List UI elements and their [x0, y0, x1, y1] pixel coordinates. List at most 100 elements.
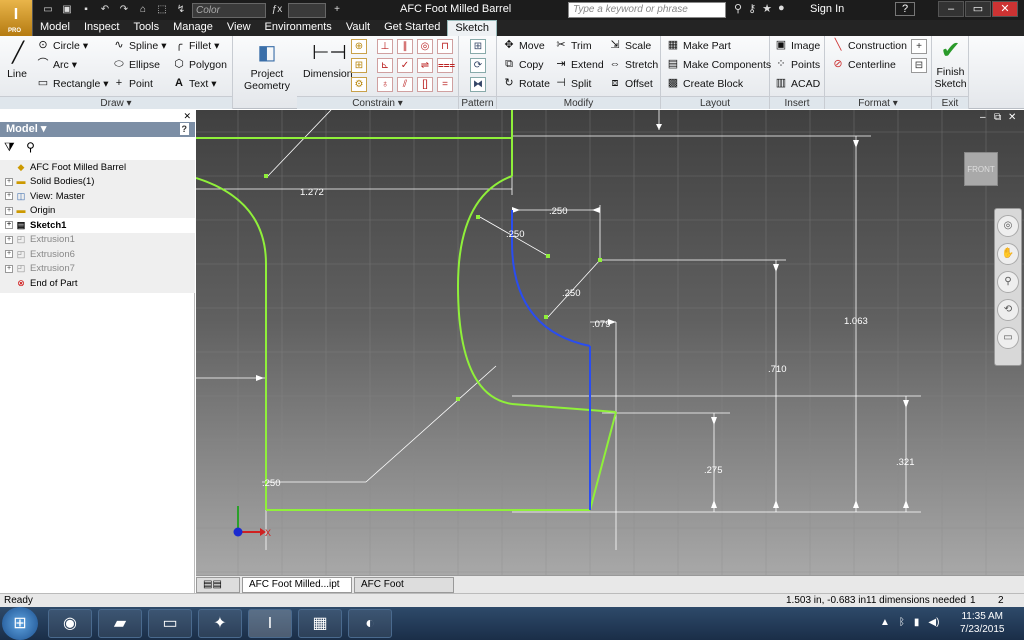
modify-panel-label[interactable]: Modify — [497, 96, 660, 109]
equal-constraint-icon[interactable]: = — [437, 77, 453, 92]
layout-panel-label[interactable]: Layout — [661, 96, 769, 109]
taskbar-clock[interactable]: 11:35 AM 7/23/2015 — [960, 610, 1005, 636]
project-geometry-button[interactable]: ◧ Project Geometry — [241, 40, 293, 92]
sticky-notes-icon[interactable]: ▰ — [98, 609, 142, 638]
rectangle-button[interactable]: ▭ Rectangle ▾ — [36, 77, 109, 90]
save-icon[interactable]: ▪ — [78, 3, 94, 17]
dim-label-321[interactable]: .321 — [896, 457, 915, 468]
split-button[interactable]: ⊣ Split — [554, 77, 591, 90]
fillet-button[interactable]: ╭ Fillet ▾ — [172, 39, 220, 52]
star-icon[interactable]: ★ — [762, 2, 772, 15]
driven-dimension-icon[interactable]: ⊟ — [911, 58, 927, 73]
steering-wheel-icon[interactable]: ◎ — [997, 215, 1019, 237]
vertical-constraint-icon[interactable]: ⫽ — [397, 77, 413, 92]
style-dropdown[interactable] — [288, 2, 326, 18]
ellipse-button[interactable]: ⬭ Ellipse — [112, 58, 160, 71]
move-button[interactable]: ✥ Move — [502, 39, 544, 52]
pattern-panel-label[interactable]: Pattern — [459, 96, 496, 109]
perpendicular-constraint-icon[interactable]: ⊥ — [377, 39, 393, 54]
expand-icon[interactable]: + — [5, 221, 13, 230]
format-panel-label[interactable]: Format ▾ — [825, 96, 931, 109]
concentric-constraint-icon[interactable]: ◎ — [417, 39, 433, 54]
firefox-icon[interactable]: ◉ — [48, 609, 92, 638]
application-menu-button[interactable]: I PRO — [0, 0, 33, 36]
rectangular-pattern-icon[interactable]: ⊞ — [470, 39, 486, 54]
center-point-icon[interactable]: + — [911, 39, 927, 54]
maximize-icon[interactable]: ▭ — [965, 1, 991, 17]
tab-manage[interactable]: Manage — [166, 20, 220, 36]
smooth-constraint-icon[interactable]: ⇌ — [417, 58, 433, 73]
redo-icon[interactable]: ↷ — [116, 3, 132, 17]
construction-button[interactable]: ╲ Construction — [831, 39, 907, 52]
network-icon[interactable]: ▮ — [914, 617, 920, 628]
dimension-button[interactable]: ⊢⊣ Dimension — [303, 40, 353, 80]
look-at-icon[interactable]: ▭ — [997, 327, 1019, 349]
dim-label-710[interactable]: .710 — [768, 364, 787, 375]
expand-icon[interactable]: + — [5, 206, 13, 215]
browser-help-icon[interactable]: ? — [179, 123, 189, 135]
expand-icon[interactable]: + — [5, 264, 13, 273]
make-part-button[interactable]: ▦ Make Part — [666, 39, 731, 52]
binoculars-icon[interactable]: ⚲ — [734, 2, 742, 15]
copy-button[interactable]: ⧉ Copy — [502, 58, 543, 71]
text-button[interactable]: A Text ▾ — [172, 77, 217, 90]
canvas-restore-icon[interactable]: ⧉ — [994, 112, 1001, 123]
insert-panel-label[interactable]: Insert — [770, 96, 824, 109]
line-button[interactable]: ╱ Line — [4, 40, 30, 80]
image-button[interactable]: ▣ Image — [774, 39, 820, 52]
browser-title[interactable]: Model ▾? — [0, 122, 195, 137]
canvas-close-icon[interactable]: ✕ — [1008, 112, 1016, 123]
formula-icon[interactable]: ƒx — [269, 3, 285, 17]
tree-item-view[interactable]: + ◫ View: Master — [0, 189, 195, 204]
bluetooth-icon[interactable]: ᛒ — [899, 617, 905, 628]
dim-label-1-272[interactable]: 1.272 — [300, 187, 324, 198]
pan-icon[interactable]: ✋ — [997, 243, 1019, 265]
coincident-constraint-icon[interactable]: ⊾ — [377, 58, 393, 73]
make-components-button[interactable]: ▤ Make Components — [666, 58, 771, 71]
extend-button[interactable]: ⇥ Extend — [554, 58, 603, 71]
tab-view[interactable]: View — [220, 20, 258, 36]
home-icon[interactable]: ⌂ — [135, 3, 151, 17]
tree-item-extrusion1[interactable]: + ◰ Extrusion1 — [0, 233, 195, 248]
acrobat-icon[interactable]: ✦ — [198, 609, 242, 638]
start-button[interactable]: ⊞ — [2, 607, 38, 640]
stretch-button[interactable]: ⇔ Stretch — [608, 58, 659, 71]
tab-get-started[interactable]: Get Started — [377, 20, 447, 36]
centerline-button[interactable]: ⊘ Centerline — [831, 58, 895, 71]
browser-pane-close[interactable]: ✕ — [0, 111, 195, 122]
constrain-panel-label[interactable]: Constrain ▾ — [297, 96, 458, 109]
calculator-icon[interactable]: ▦ — [298, 609, 342, 638]
expand-icon[interactable]: + — [5, 250, 13, 259]
dim-label-079[interactable]: .079 — [592, 319, 611, 330]
tab-environments[interactable]: Environments — [258, 20, 339, 36]
circular-pattern-icon[interactable]: ⟳ — [470, 58, 486, 73]
rotate-button[interactable]: ↻ Rotate — [502, 77, 550, 90]
symmetric-constraint-icon[interactable]: [] — [417, 77, 433, 92]
polygon-button[interactable]: ⬡ Polygon — [172, 58, 227, 71]
volume-icon[interactable]: ◀) — [928, 617, 939, 628]
spline-button[interactable]: ∿ Spline ▾ — [112, 39, 166, 52]
dim-label-275[interactable]: .275 — [704, 465, 723, 476]
arc-button[interactable]: ⌒ Arc ▾ — [36, 58, 78, 71]
expand-icon[interactable]: + — [5, 235, 13, 244]
horizontal-constraint-icon[interactable]: ⩶ — [437, 58, 455, 73]
close-icon[interactable]: ✕ — [992, 1, 1018, 17]
new-icon[interactable]: ▭ — [40, 3, 56, 17]
constraint-settings-icon[interactable]: ⚙ — [351, 77, 367, 92]
parallel-constraint-icon[interactable]: ∥ — [397, 39, 413, 54]
fix-constraint-icon[interactable]: ⊓ — [437, 39, 453, 54]
dim-label-250-radius-mid[interactable]: .250 — [562, 288, 581, 299]
tree-item-end-of-part[interactable]: ⊗ End of Part — [0, 276, 195, 291]
tab-tools[interactable]: Tools — [126, 20, 166, 36]
dim-label-1-063[interactable]: 1.063 — [844, 316, 868, 327]
tab-switcher-icon[interactable]: ▤▤ ▲ — [196, 577, 240, 604]
tree-item-sketch1[interactable]: + ▤ Sketch1 — [0, 218, 195, 233]
tree-item-solid-bodies[interactable]: + ▬ Solid Bodies(1) — [0, 175, 195, 190]
expand-icon[interactable]: + — [5, 192, 13, 201]
tangent-constraint-icon[interactable]: ✓ — [397, 58, 413, 73]
acad-button[interactable]: ▥ ACAD — [774, 77, 820, 90]
color-dropdown[interactable]: Color — [192, 2, 266, 18]
viewcube[interactable]: FRONT — [964, 152, 998, 186]
canvas-minimize-icon[interactable]: – — [980, 112, 986, 123]
undo-icon[interactable]: ↶ — [97, 3, 113, 17]
